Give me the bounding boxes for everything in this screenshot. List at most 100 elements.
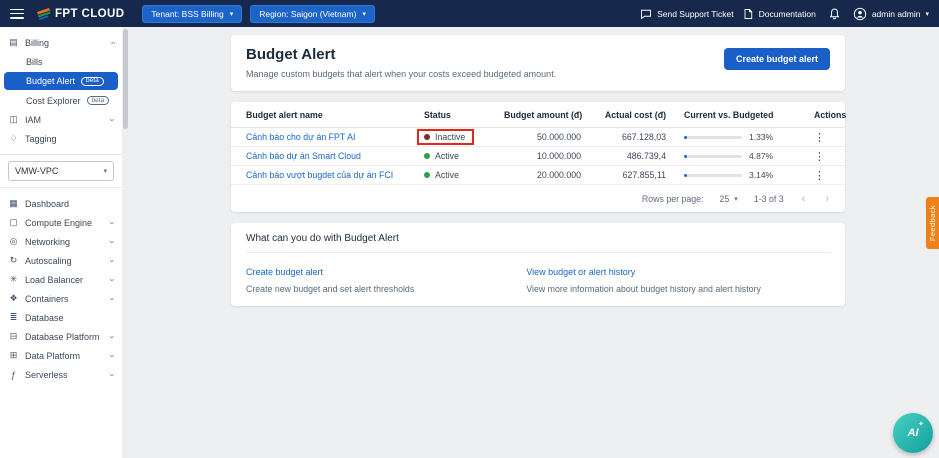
progress-percent: 1.33%	[749, 132, 774, 142]
budget-alert-name-link[interactable]: Cảnh báo vượt bugdet của dự án FCI	[246, 170, 424, 180]
help-card: What can you do with Budget Alert Create…	[231, 223, 845, 306]
sidebar-item-networking[interactable]: ◎ Networking ›	[0, 232, 122, 251]
row-actions-menu[interactable]: ⋮	[814, 151, 825, 163]
ai-assistant-button[interactable]: AI ✦	[893, 413, 933, 453]
sidebar-item-serverless[interactable]: ƒ Serverless ›	[0, 365, 122, 384]
notifications-bell[interactable]	[828, 7, 841, 20]
serverless-icon: ƒ	[10, 369, 16, 380]
create-budget-alert-button[interactable]: Create budget alert	[723, 48, 830, 70]
sparkle-icon: ✦	[918, 421, 924, 428]
row-actions-menu[interactable]: ⋮	[814, 132, 825, 144]
dashboard-icon: ▦	[9, 198, 18, 208]
column-header: Actual cost (đ)	[604, 109, 666, 120]
fpt-logo-icon	[37, 8, 51, 20]
feedback-tab[interactable]: Feedback	[926, 197, 939, 249]
compute-engine-icon: ▢	[9, 217, 18, 227]
status-label: Active	[435, 170, 459, 180]
progress-percent: 4.87%	[749, 151, 774, 161]
data-platform-icon: ⊞	[9, 350, 18, 360]
progress-percent: 3.14%	[749, 170, 774, 180]
sidebar-item-label: Autoscaling	[25, 255, 72, 266]
chevron-down-icon: ›	[107, 335, 118, 338]
view-budget-history-link[interactable]: View budget or alert history	[526, 267, 635, 277]
user-menu[interactable]: admin admin ▾	[853, 7, 929, 21]
actual-cost: 486.739,4	[626, 151, 666, 161]
table-row: Cảnh báo cho dự án FPT AI Inactive 50.00…	[231, 128, 845, 147]
progress-cell: 1.33%	[684, 132, 814, 142]
beta-badge: beta	[81, 76, 104, 86]
ai-label: AI	[907, 427, 919, 439]
sidebar-item-load-balancer[interactable]: ✳ Load Balancer ›	[0, 270, 122, 289]
sidebar-item-cost-explorer[interactable]: Cost Explorer beta	[0, 91, 122, 110]
database-icon: ≣	[9, 312, 18, 322]
logo-text: FPT CLOUD	[55, 7, 125, 20]
document-icon	[744, 8, 752, 19]
prev-page-button[interactable]: ‹	[800, 193, 808, 205]
sidebar-item-containers[interactable]: ❖ Containers ›	[0, 289, 122, 308]
avatar-icon	[853, 7, 866, 20]
sidebar-item-label: Networking	[25, 236, 71, 247]
main-content: Budget Alert Manage custom budgets that …	[129, 27, 939, 458]
divider	[0, 187, 122, 188]
next-page-button[interactable]: ›	[823, 193, 831, 205]
actual-cost: 627.855,11	[622, 170, 666, 180]
sidebar-item-tagging[interactable]: ♢ Tagging	[0, 129, 122, 148]
chevron-down-icon: ›	[107, 354, 118, 357]
sidebar-item-budget-alert[interactable]: Budget Alert beta	[4, 72, 118, 90]
sidebar-item-bills[interactable]: Bills	[0, 52, 122, 71]
sidebar-scrollbar[interactable]	[122, 27, 129, 458]
tenant-selector[interactable]: Tenant: BSS Billing ▾	[142, 4, 243, 23]
sidebar-item-billing[interactable]: ▤ Billing ›	[0, 33, 122, 52]
documentation-link[interactable]: Documentation	[742, 8, 816, 20]
table-row: Cảnh báo vượt bugdet của dự án FCI Activ…	[231, 166, 845, 185]
sidebar-item-label: Containers	[25, 293, 69, 304]
pagination: Rows per page: 25 ▾ 1-3 of 3 ‹ ›	[231, 185, 845, 212]
send-support-ticket-link[interactable]: Send Support Ticket	[640, 8, 734, 20]
sidebar-item-label: Database Platform	[25, 331, 100, 342]
sidebar-item-autoscaling[interactable]: ↻ Autoscaling ›	[0, 251, 122, 270]
bell-icon	[829, 8, 840, 20]
sidebar-item-label: IAM	[25, 114, 42, 125]
chevron-up-icon: ›	[107, 41, 118, 44]
status-cell: Active	[424, 170, 459, 180]
sidebar-item-data-platform[interactable]: ⊞ Data Platform ›	[0, 346, 122, 365]
autoscaling-icon: ↻	[9, 255, 18, 265]
region-selector[interactable]: Region: Saigon (Vietnam) ▾	[250, 4, 375, 23]
sidebar-item-compute-engine[interactable]: ▢ Compute Engine ›	[0, 213, 122, 232]
scrollbar-thumb[interactable]	[123, 29, 128, 129]
sidebar-item-label: Budget Alert	[26, 76, 76, 86]
help-description: View more information about budget histo…	[526, 284, 761, 294]
row-actions-menu[interactable]: ⋮	[814, 170, 825, 182]
progress-fill	[684, 154, 687, 158]
sidebar-item-database-platform[interactable]: ⊟ Database Platform ›	[0, 327, 122, 346]
sidebar-item-label: Load Balancer	[25, 274, 84, 285]
sidebar-item-label: Cost Explorer	[26, 95, 81, 106]
page-subtitle: Manage custom budgets that alert when yo…	[246, 69, 557, 79]
budget-alert-name-link[interactable]: Cảnh báo cho dự án FPT AI	[246, 132, 424, 142]
sidebar-item-dashboard[interactable]: ▦ Dashboard	[0, 194, 122, 213]
create-budget-alert-link[interactable]: Create budget alert	[246, 267, 323, 277]
menu-icon[interactable]	[10, 8, 24, 19]
column-header: Budget alert name	[246, 109, 323, 120]
pagination-range: 1-3 of 3	[753, 193, 784, 204]
column-header: Status	[424, 109, 451, 120]
vpc-selected-value: VMW-VPC	[15, 166, 59, 176]
sidebar-item-iam[interactable]: ◫ IAM ›	[0, 110, 122, 129]
containers-icon: ❖	[9, 293, 18, 303]
top-bar: FPT CLOUD Tenant: BSS Billing ▾ Region: …	[0, 0, 939, 27]
status-dot	[424, 134, 430, 140]
status-dot	[424, 153, 430, 159]
actual-cost: 667.128,03	[621, 132, 666, 142]
progress-fill	[684, 135, 687, 139]
sidebar: ▤ Billing › Bills Budget Alert beta Cost…	[0, 27, 122, 458]
sidebar-item-database[interactable]: ≣ Database	[0, 308, 122, 327]
annotation-highlight: Inactive	[417, 129, 475, 145]
budget-alert-name-link[interactable]: Cảnh báo dự án Smart Cloud	[246, 151, 424, 161]
vpc-selector[interactable]: VMW-VPC ▾	[8, 161, 114, 181]
sidebar-item-label: Dashboard	[25, 198, 70, 209]
chevron-down-icon: ▾	[925, 10, 929, 18]
rows-per-page-select[interactable]: 25 ▾	[720, 194, 738, 204]
documentation-label: Documentation	[758, 8, 816, 19]
networking-icon: ◎	[9, 236, 18, 246]
fpt-cloud-logo: FPT CLOUD	[36, 7, 124, 20]
